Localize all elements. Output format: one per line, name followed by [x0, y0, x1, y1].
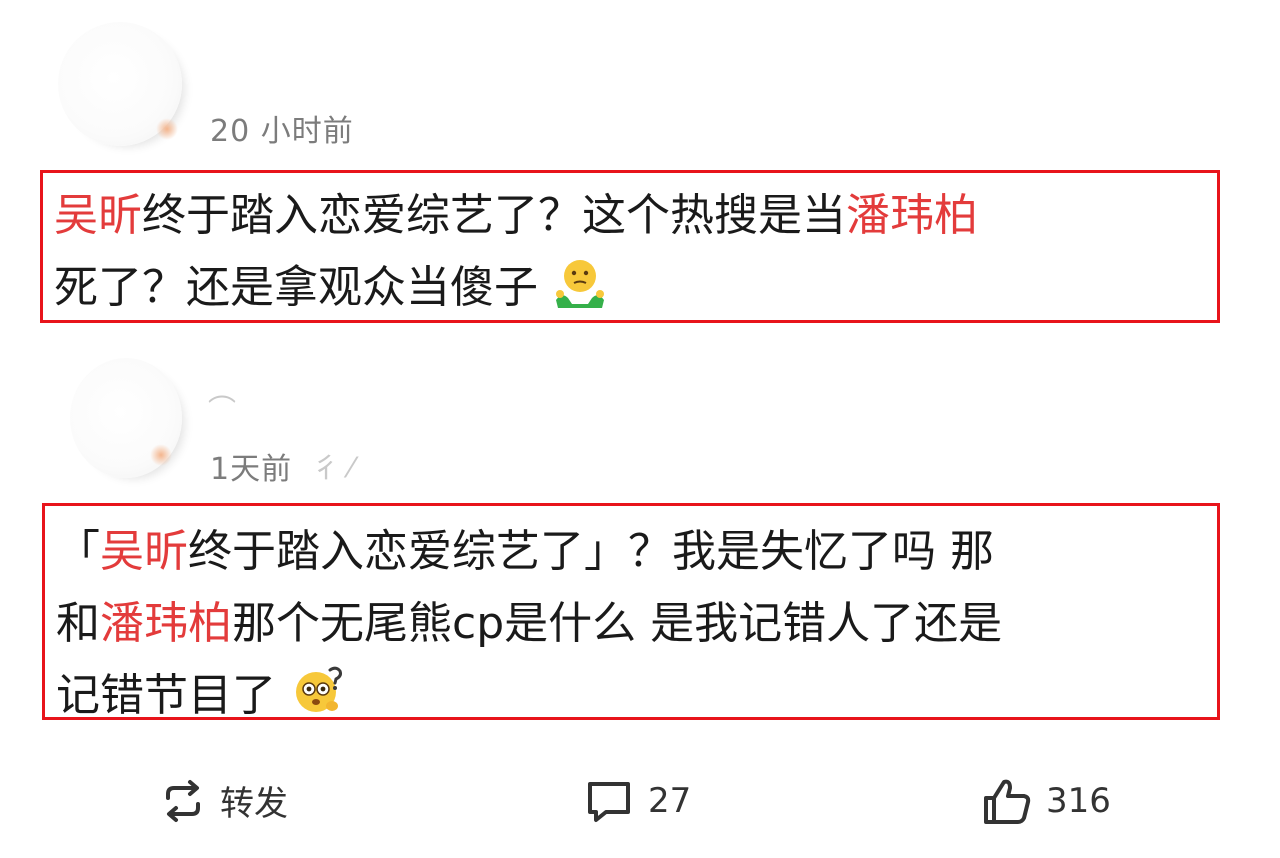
like-button[interactable]: 316	[982, 776, 1111, 826]
highlighted-name: 潘玮柏	[100, 598, 232, 649]
repost-icon	[160, 778, 206, 824]
avatar[interactable]	[70, 358, 182, 478]
repost-button[interactable]: 转发	[160, 776, 288, 825]
comment-text: 吴昕终于踏入恋爱综艺了？这个热搜是当潘玮柏 死了？还是拿观众当傻子	[54, 180, 978, 332]
comment-line: 和潘玮柏那个无尾熊cp是什么 是我记错人了还是	[56, 588, 1002, 660]
comment-count: 27	[648, 781, 692, 821]
username: ⌒	[208, 393, 237, 426]
text-segment: 终于踏入恋爱综艺了？这个热搜是当	[142, 190, 846, 241]
comment-button[interactable]: 27	[584, 776, 691, 826]
highlighted-name: 吴昕	[100, 526, 188, 577]
highlighted-name: 吴昕	[54, 190, 142, 241]
comment-line: 吴昕终于踏入恋爱综艺了？这个热搜是当潘玮柏	[54, 180, 978, 252]
source-icon: 彳 ⁄	[312, 451, 354, 484]
comment-line: 记错节目了	[56, 660, 1002, 740]
comment-icon	[584, 776, 634, 826]
highlighted-name: 潘玮柏	[846, 190, 978, 241]
comment-line: 「吴昕终于踏入恋爱综艺了」？我是失忆了吗 那	[56, 516, 1002, 588]
text-segment: 那个无尾熊cp是什么 是我记错人了还是	[232, 598, 1003, 649]
text-segment: 终于踏入恋爱综艺了」？我是失忆了吗 那	[188, 526, 994, 577]
thumbs-up-icon	[982, 776, 1032, 826]
text-segment: 死了？还是拿观众当傻子	[54, 262, 538, 313]
comment-line: 死了？还是拿观众当傻子	[54, 252, 978, 332]
shrug-emoji-icon	[552, 254, 608, 332]
avatar[interactable]	[58, 22, 182, 146]
comment-text: 「吴昕终于踏入恋爱综艺了」？我是失忆了吗 那 和潘玮柏那个无尾熊cp是什么 是我…	[56, 516, 1002, 740]
text-segment: 记错节目了	[56, 670, 276, 721]
text-segment: 和	[56, 598, 100, 649]
comment-timestamp: 20 小时前	[210, 114, 354, 149]
comment-timestamp: 1天前	[210, 452, 293, 487]
like-count: 316	[1046, 781, 1111, 821]
repost-label: 转发	[220, 784, 288, 824]
text-segment: 「	[56, 526, 100, 577]
confused-face-emoji-icon	[290, 662, 346, 740]
